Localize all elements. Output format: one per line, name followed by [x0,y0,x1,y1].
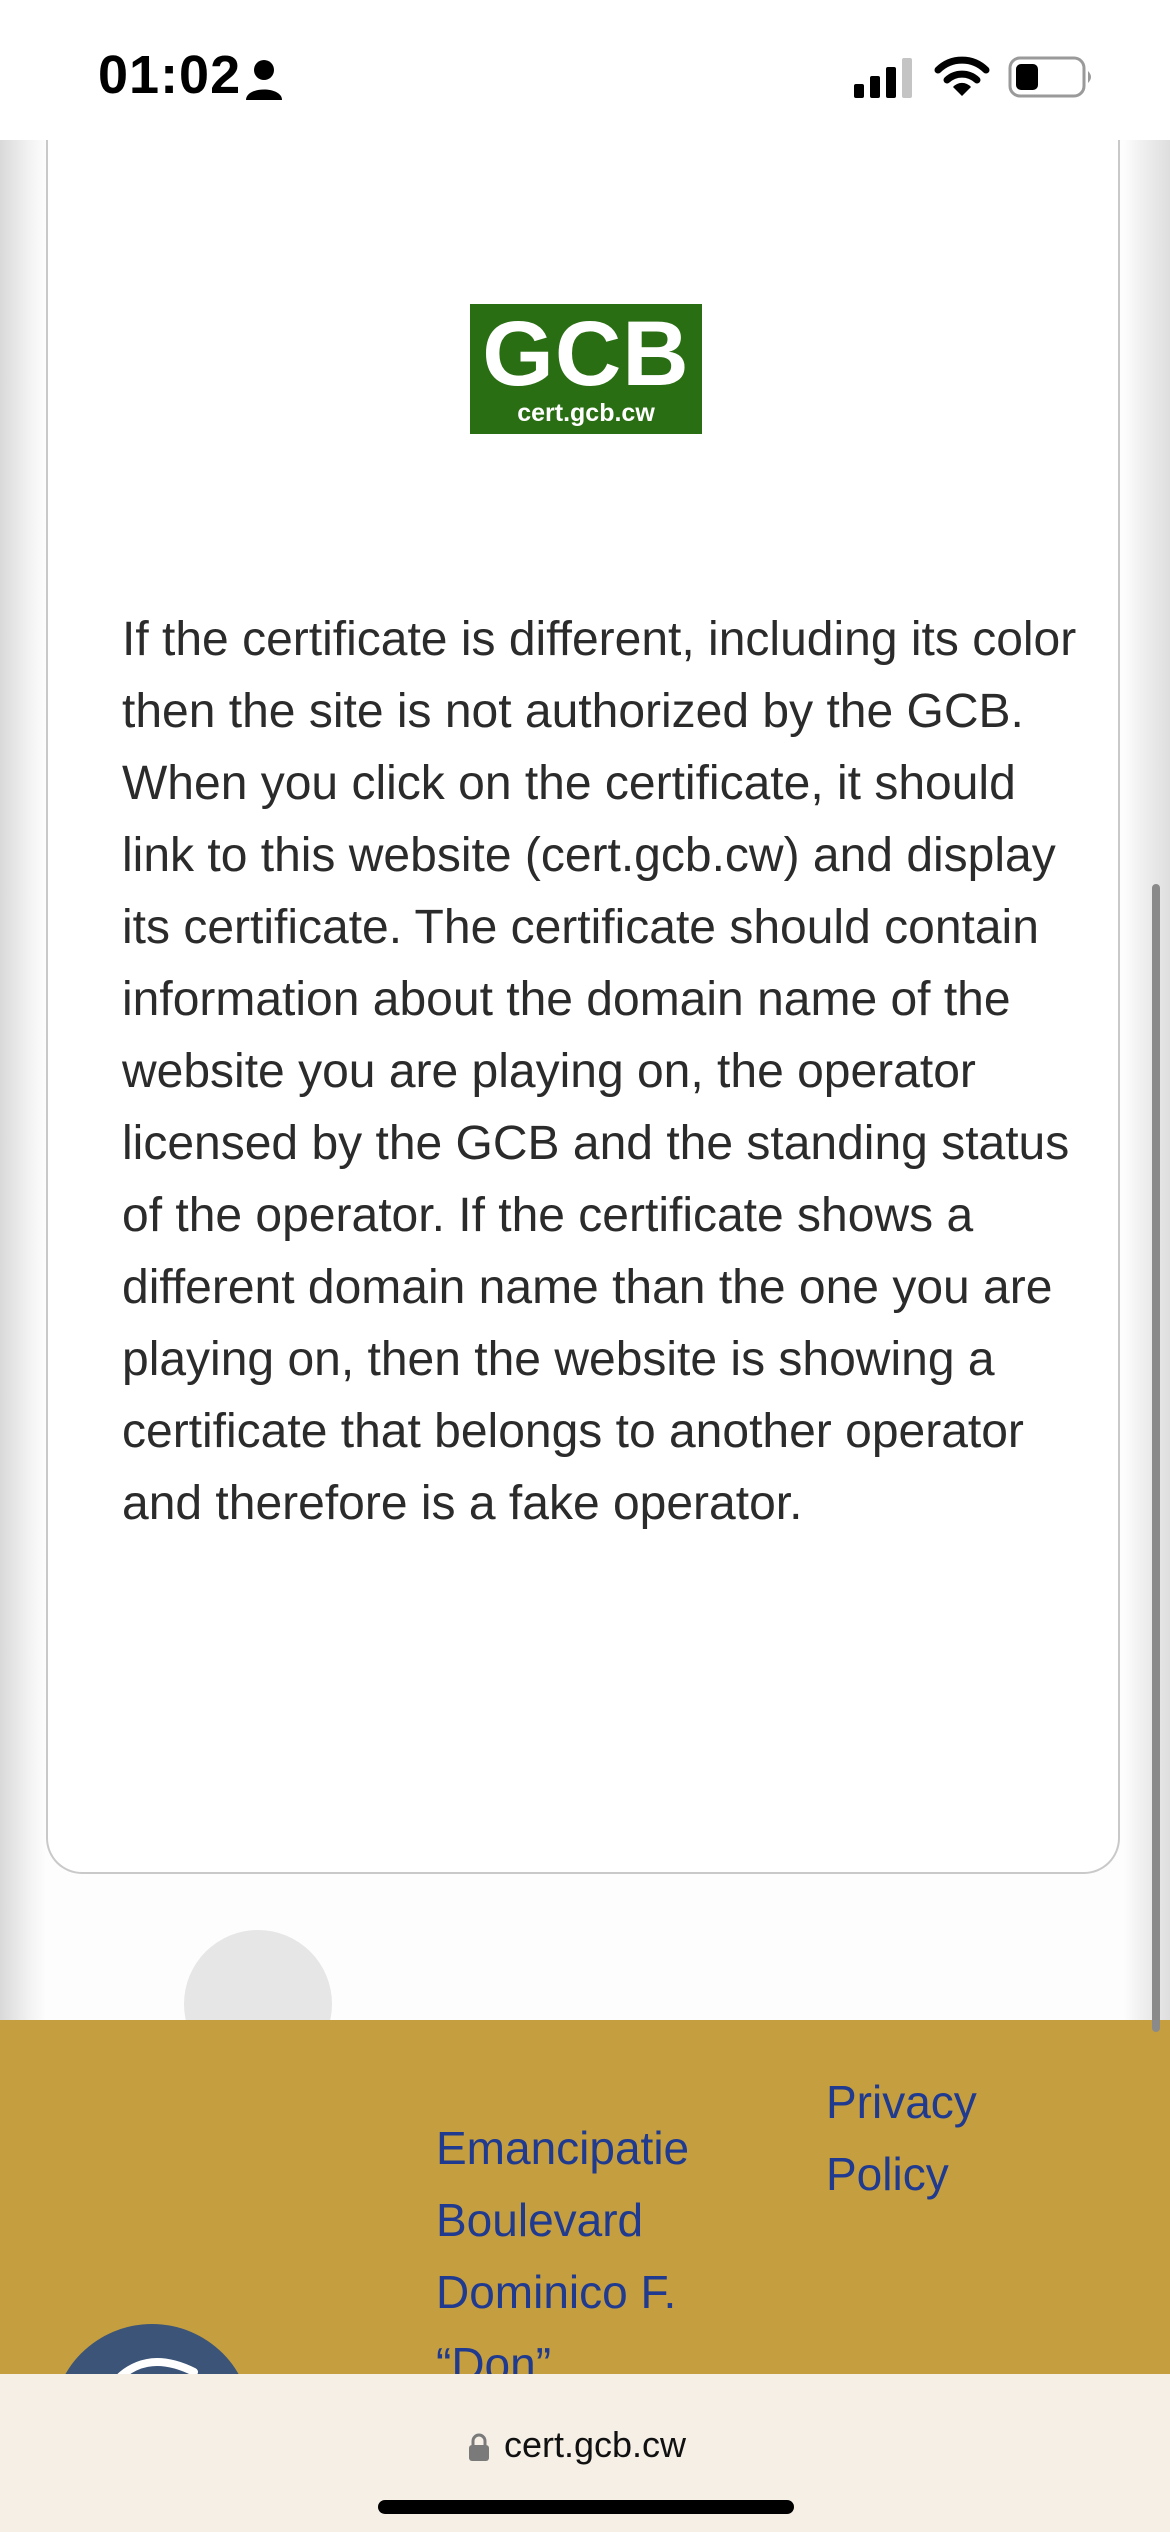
badge-title: GCB [482,303,690,405]
clock: 01:02 [98,45,242,105]
signal-icon [854,58,912,98]
wifi-icon [934,56,990,96]
person-icon [246,60,282,100]
address-line: Boulevard [436,2194,644,2246]
gcb-certificate-badge[interactable]: GCB cert.gcb.cw [470,304,702,434]
certificate-info-modal: GCB cert.gcb.cw If the certificate is di… [46,110,1120,1874]
url-text[interactable]: cert.gcb.cw [504,2424,686,2466]
battery-icon [1008,56,1091,98]
footer: Emancipatie Boulevard Dominico F. “Don” … [0,2020,1170,2380]
browser-address-bar[interactable]: cert.gcb.cw [0,2374,1170,2532]
privacy-policy-link[interactable]: Privacy Policy [826,2066,1046,2210]
status-bar: 01:02 [0,0,1170,140]
scrollbar[interactable] [1152,884,1160,2032]
footer-address: Emancipatie Boulevard Dominico F. “Don” [436,2112,756,2380]
lock-icon [469,2433,489,2461]
address-line: “Don” [436,2338,552,2380]
footer-logo-icon [52,2324,252,2380]
address-line: Emancipatie [436,2122,690,2174]
modal-body-text: If the certificate is different, includi… [122,613,1077,1530]
address-line: Dominico F. [436,2266,677,2318]
home-indicator[interactable] [378,2500,794,2514]
